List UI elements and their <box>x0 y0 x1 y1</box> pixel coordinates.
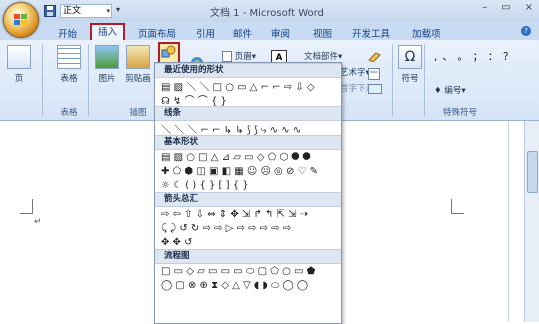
group-separator <box>42 44 43 116</box>
tab-references[interactable]: 引用 <box>196 26 215 40</box>
vertical-scrollbar[interactable] <box>524 121 539 322</box>
office-button[interactable] <box>3 2 39 38</box>
shape-row[interactable]: ⤹ ⤸ ↺ ↻ ⇨ ⇨ ▷ ⇨ ⇨ ⇨ ⇨ ⇨ <box>155 221 341 235</box>
datetime-icon[interactable] <box>368 68 380 83</box>
clipart-label: 剪贴画 <box>125 74 151 84</box>
tab-view[interactable]: 视图 <box>313 26 332 40</box>
picture-icon <box>95 45 119 69</box>
signature-icon[interactable] <box>368 50 382 65</box>
shape-row[interactable]: ▤ ▨ ○ □ △ ⊿ ▱ ▭ ◇ ⬠ ⬡ ⯃ ⯃ <box>155 150 341 164</box>
table-button[interactable]: 表格 <box>56 45 82 84</box>
close-button[interactable]: × <box>525 2 533 13</box>
right-margin-guide <box>508 121 509 322</box>
tables-group-label: 表格 <box>60 108 78 118</box>
picture-label: 图片 <box>98 74 116 84</box>
shape-row[interactable]: ⇨ ⇦ ⇧ ⇩ ⇔ ⇕ ✥ ⇲ ↱ ↰ ⇱ ⇲ ⇢ <box>155 207 341 221</box>
special-symbols-group-label: 特殊符号 <box>442 108 477 118</box>
docparts-button[interactable]: 文档部件▾ <box>304 50 342 62</box>
tab-review[interactable]: 审阅 <box>271 26 290 40</box>
section-basic-shapes: 基本形状 <box>155 135 341 150</box>
object-icon[interactable] <box>368 84 382 97</box>
number-button[interactable]: ♦ 编号▾ <box>434 84 466 96</box>
shapes-gallery: 最近使用的形状 ▤ ▨ ＼ ＼ □ ○ ▭ △ ⌐ ⌐ ⇨ ⇩ ◇ ☊ ↯ ⌒ … <box>154 62 342 324</box>
wordart-label: 艺术字 <box>340 68 366 78</box>
header-icon <box>222 51 232 62</box>
omega-icon: Ω <box>398 45 422 69</box>
office-logo-icon <box>14 14 27 25</box>
title-bar: 正文 ▾ 文档 1 - Microsoft Word – ▭ × <box>0 0 539 22</box>
header-button[interactable]: 页眉▾ <box>222 50 256 62</box>
shape-row[interactable]: ✚ ⬠ ⬢ ◫ ▣ ◧ ▦ ☺ ☹ ◎ ⊘ ♡ ✎ <box>155 164 341 178</box>
tab-page-layout[interactable]: 页面布局 <box>138 26 176 40</box>
shape-row[interactable]: ▤ ▨ ＼ ＼ □ ○ ▭ △ ⌐ ⌐ ⇨ ⇩ ◇ <box>155 78 341 93</box>
shape-row[interactable]: ☼ ☾ ( ) { } [ ] { } <box>155 178 341 192</box>
window-controls: – ▭ × <box>482 2 533 13</box>
tab-mailings[interactable]: 邮件 <box>233 26 252 40</box>
maximize-button[interactable]: ▭ <box>501 2 510 13</box>
shape-row[interactable]: □ ▭ ◇ ▱ ▭ ▭ ▭ ⬭ ▢ ⬠ ○ ▭ ⬟ <box>155 264 341 278</box>
shape-row[interactable]: ◯ ▢ ⊗ ⊕ ⧗ ◇ △ ▽ ◖ ◗ ⬭ ◯ ◯ <box>155 278 341 292</box>
group-separator <box>392 44 393 116</box>
shapes-icon <box>161 45 176 58</box>
tab-developer[interactable]: 开发工具 <box>352 26 390 40</box>
shapes-button[interactable] <box>158 42 180 64</box>
margin-corner-right <box>451 199 464 214</box>
margin-corner-left <box>20 199 33 214</box>
group-separator <box>88 44 89 116</box>
shape-row[interactable]: ☊ ↯ ⌒ ⌒ { } <box>155 92 341 107</box>
section-recent-shapes: 最近使用的形状 <box>155 63 341 78</box>
page-icon <box>7 45 31 69</box>
ribbon-tabs: 开始 插入 页面布局 引用 邮件 审阅 视图 开发工具 加载项 ? <box>0 22 539 43</box>
picture-button[interactable]: 图片 <box>94 45 120 84</box>
header-label: 页眉 <box>234 52 252 62</box>
number-label: 编号 <box>444 86 462 96</box>
section-flowchart: 流程图 <box>155 249 341 264</box>
docparts-label: 文档部件 <box>304 52 339 62</box>
special-chars-grid[interactable]: , 、 。 ； ： ？ <box>434 48 513 63</box>
quick-access-toolbar: 正文 ▾ <box>44 4 128 18</box>
illustrations-group-label: 插图 <box>129 108 147 118</box>
help-icon[interactable]: ? <box>521 26 531 36</box>
tab-home[interactable]: 开始 <box>58 26 77 40</box>
section-lines: 线条 <box>155 106 341 121</box>
customize-qat-icon[interactable]: ▾ <box>116 5 128 17</box>
window-title: 文档 1 - Microsoft Word <box>210 8 324 19</box>
wordart-button[interactable]: 艺术字▾ <box>340 66 370 78</box>
text-cursor-mark: ↵ <box>34 217 42 227</box>
table-icon <box>57 45 81 69</box>
section-block-arrows: 箭头总汇 <box>155 192 341 207</box>
pages-label: 页 <box>14 74 24 84</box>
shape-row[interactable]: ＼ ＼ ＼ ⌐ ⌐ ↳ ↳ ⟆ ⟆ ⤷ ∿ ∿ ∿ <box>155 121 341 136</box>
scrollbar-thumb[interactable] <box>527 151 538 193</box>
pages-button[interactable]: 页 <box>6 45 32 84</box>
symbol-button[interactable]: Ω 符号 <box>398 45 422 84</box>
minimize-button[interactable]: – <box>482 2 487 13</box>
clipart-icon <box>126 45 150 69</box>
clipart-button[interactable]: 剪贴画 <box>122 45 154 84</box>
group-separator <box>424 44 425 116</box>
table-label: 表格 <box>60 74 78 84</box>
shape-row[interactable]: ✥ ✥ ↺ <box>155 235 341 249</box>
tab-addins[interactable]: 加载项 <box>412 26 441 40</box>
save-icon[interactable] <box>44 5 56 17</box>
symbol-label: 符号 <box>401 74 419 84</box>
style-selector[interactable]: 正文 <box>60 4 112 18</box>
